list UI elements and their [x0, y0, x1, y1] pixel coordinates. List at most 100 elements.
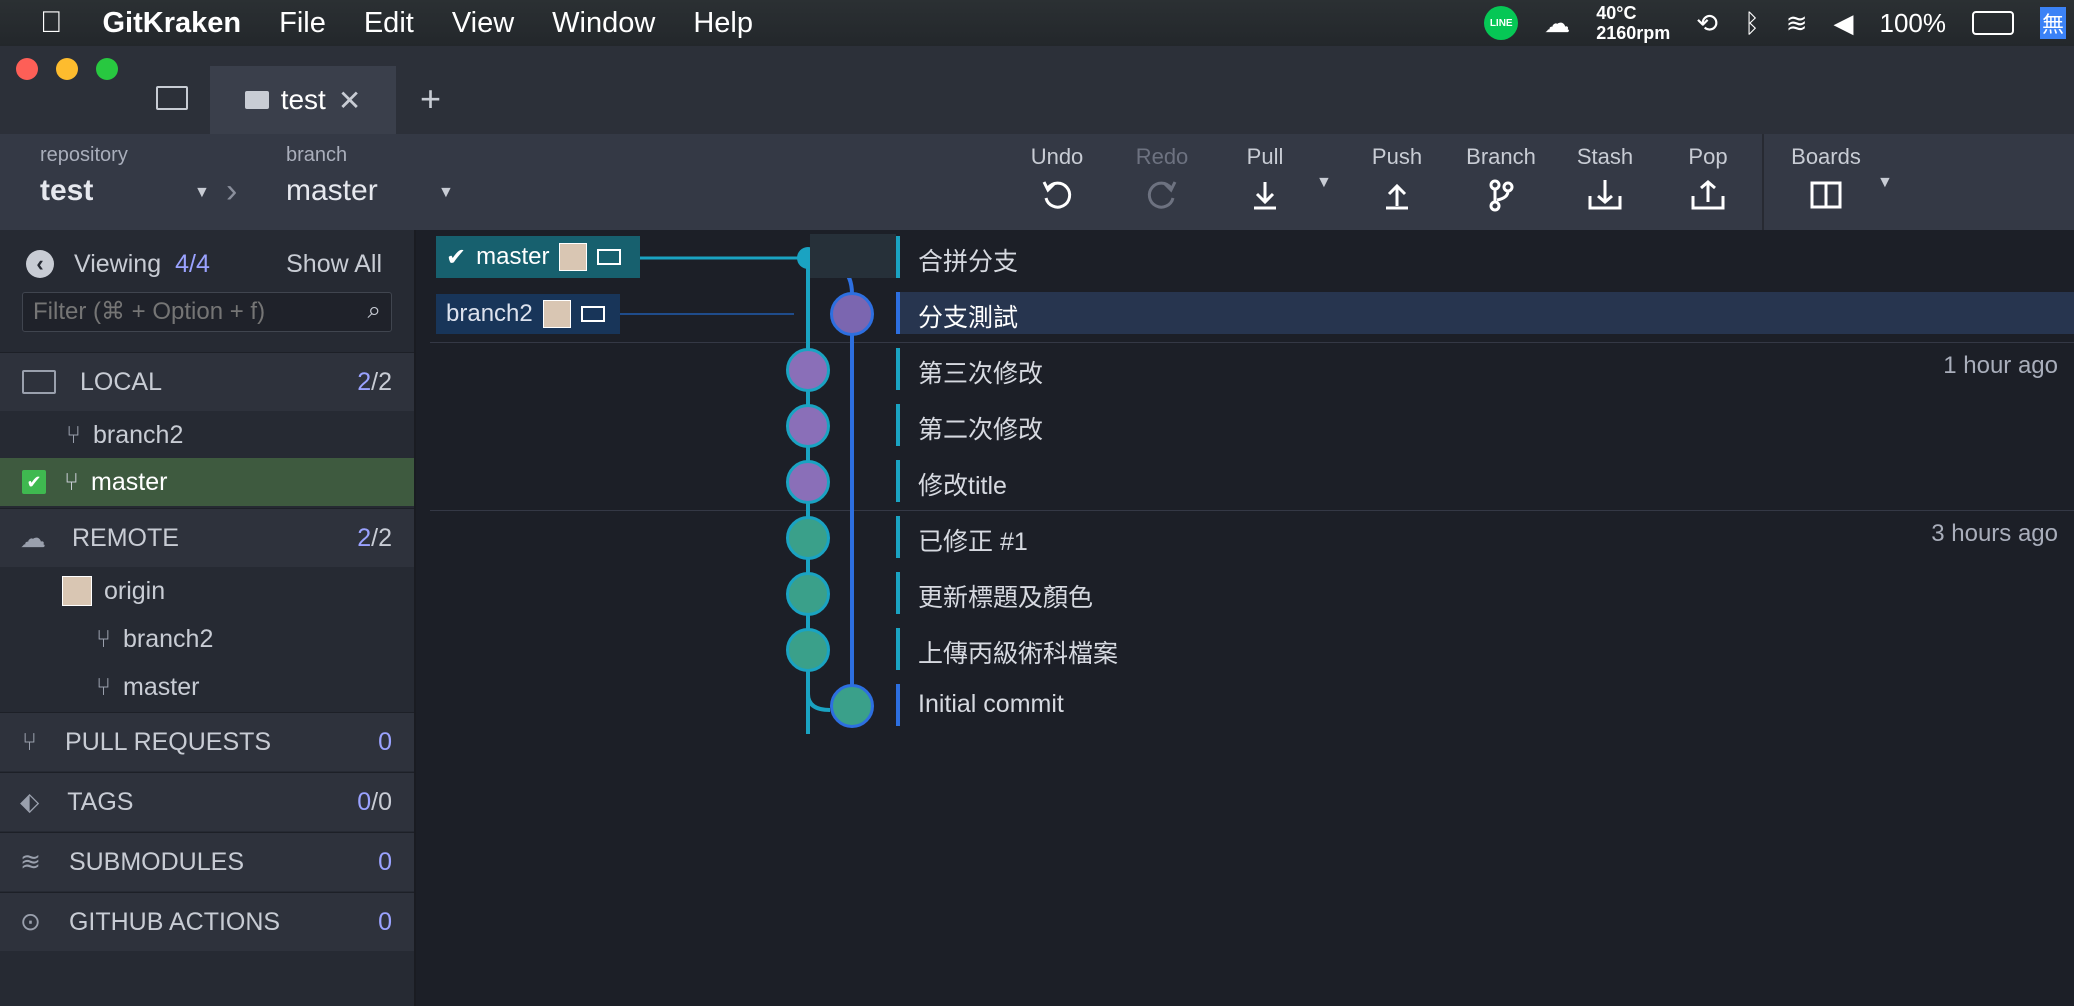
submodules-count: 0 — [378, 847, 392, 876]
pop-button[interactable]: Pop — [1658, 144, 1758, 216]
folder-icon[interactable] — [156, 86, 188, 110]
line-icon[interactable]: LINE — [1484, 6, 1519, 40]
branch-icon: ⑂ — [96, 624, 112, 653]
branch-icon: ⑂ — [64, 467, 80, 496]
minimize-window-button[interactable] — [56, 58, 78, 80]
layers-icon: ≋ — [20, 848, 41, 876]
cloud-icon: ☁ — [20, 522, 46, 553]
fan-status[interactable]: 40°C 2160rpm — [1596, 3, 1670, 43]
collapse-sidebar-icon[interactable]: ‹ — [26, 250, 54, 278]
apple-icon[interactable]:  — [40, 6, 63, 40]
chevron-right-icon: › — [226, 172, 238, 210]
row-marker — [896, 292, 900, 334]
input-method-icon[interactable]: 無 — [2039, 7, 2066, 39]
branch-button[interactable]: Branch — [1451, 144, 1551, 216]
commit-avatar[interactable] — [786, 404, 830, 448]
close-window-button[interactable] — [16, 58, 38, 80]
commit-avatar[interactable] — [830, 292, 874, 336]
commit-avatar[interactable] — [830, 684, 874, 728]
section-local-label: LOCAL — [80, 367, 162, 396]
commit-message[interactable]: 第三次修改 — [918, 354, 1043, 390]
remote-origin-label: origin — [104, 576, 166, 605]
commit-avatar[interactable] — [786, 572, 830, 616]
search-icon: ⌕ — [367, 297, 381, 324]
row-marker — [896, 516, 900, 558]
section-github-actions[interactable]: ⊙ GITHUB ACTIONS 0 — [0, 892, 414, 951]
viewing-row: ‹ Viewing 4/4 Show All — [0, 244, 414, 284]
local-branch-master[interactable]: ✔ ⑂ master — [0, 458, 414, 506]
branch-tag-branch2[interactable]: branch2 — [436, 294, 620, 334]
local-branch-branch2[interactable]: ⑂ branch2 — [0, 412, 414, 458]
remote-branch-label: master — [123, 672, 200, 701]
tab-label: test — [280, 84, 326, 115]
undo-button[interactable]: Undo — [1007, 144, 1107, 216]
menu-file[interactable]: File — [279, 7, 326, 40]
push-button[interactable]: Push — [1347, 144, 1447, 216]
stash-button[interactable]: Stash — [1555, 144, 1655, 216]
redo-button[interactable]: Redo — [1112, 144, 1212, 216]
app-menu[interactable]: GitKraken — [103, 7, 242, 40]
commit-message[interactable]: 分支測試 — [918, 298, 1018, 334]
section-tags[interactable]: ⬖ TAGS 0/0 — [0, 772, 414, 831]
branch-dropdown-icon[interactable]: ▼ — [438, 184, 454, 202]
commit-message[interactable]: Initial commit — [918, 690, 1064, 719]
repo-dropdown-icon[interactable]: ▼ — [194, 184, 210, 202]
boards-button[interactable]: Boards — [1776, 144, 1876, 216]
commit-graph: ✔ master branch2 合拼分支 分支測試 第三次修改 第二次修改 修… — [430, 234, 2074, 1006]
section-submodules[interactable]: ≋ SUBMODULES 0 — [0, 832, 414, 891]
commit-message[interactable]: 合拼分支 — [918, 242, 1018, 278]
branch-label: branch — [286, 144, 348, 166]
time-machine-icon[interactable]: ⟲ — [1696, 8, 1718, 39]
commit-message[interactable]: 更新標題及顏色 — [918, 578, 1093, 614]
commit-avatar[interactable] — [786, 348, 830, 392]
remote-branch-branch2[interactable]: ⑂ branch2 — [0, 616, 414, 662]
menu-edit[interactable]: Edit — [364, 7, 414, 40]
row-marker — [896, 236, 900, 278]
stash-icon — [1555, 174, 1655, 216]
show-all-button[interactable]: Show All — [286, 250, 382, 279]
commit-avatar[interactable] — [786, 460, 830, 504]
battery-icon[interactable] — [1971, 11, 2014, 35]
commit-avatar[interactable] — [786, 628, 830, 672]
menu-help[interactable]: Help — [693, 7, 753, 40]
wifi-icon[interactable]: ≋ — [1786, 8, 1808, 39]
volume-icon[interactable]: ◀ — [1833, 8, 1853, 39]
commit-message[interactable]: 上傳丙級術科檔案 — [918, 634, 1118, 670]
filter-field[interactable]: ⌕ — [22, 292, 392, 332]
remote-origin[interactable]: origin — [0, 568, 414, 614]
remote-branch-master[interactable]: ⑂ master — [0, 664, 414, 710]
commit-message[interactable]: 第二次修改 — [918, 410, 1043, 446]
battery-percent[interactable]: 100% — [1879, 8, 1946, 39]
boards-dropdown-icon[interactable]: ▼ — [1877, 174, 1893, 192]
filter-input[interactable] — [23, 293, 345, 331]
commit-avatar[interactable] — [786, 516, 830, 560]
branch-icon: ⑂ — [96, 672, 112, 701]
github-actions-count: 0 — [378, 907, 392, 936]
section-remote[interactable]: ☁ REMOTE 2/2 — [0, 508, 414, 567]
toolbar-divider — [1762, 134, 1764, 230]
add-tab-button[interactable]: + — [420, 78, 441, 120]
bluetooth-icon[interactable]: ᛒ — [1744, 8, 1760, 39]
pull-button[interactable]: Pull — [1215, 144, 1315, 216]
menu-view[interactable]: View — [452, 7, 514, 40]
cloud-icon[interactable]: ☁ — [1544, 8, 1570, 39]
pull-options-icon[interactable]: ▼ — [1316, 174, 1332, 192]
toolbar: repository test ▼ › branch master ▼ Undo… — [0, 134, 2074, 230]
branch-selector[interactable]: master — [286, 174, 378, 208]
repo-label: repository — [40, 144, 128, 166]
section-local[interactable]: LOCAL 2/2 — [0, 352, 414, 411]
section-pull-requests[interactable]: ⑂ PULL REQUESTS 0 — [0, 712, 414, 771]
branch-tag-label: branch2 — [446, 300, 533, 327]
maximize-window-button[interactable] — [96, 58, 118, 80]
menu-window[interactable]: Window — [552, 7, 655, 40]
branch-tag-master[interactable]: ✔ master — [436, 236, 640, 278]
tab-test[interactable]: test ✕ — [210, 66, 396, 134]
remote-count: 2/2 — [357, 523, 392, 552]
close-icon[interactable]: ✕ — [338, 84, 361, 117]
row-marker — [896, 460, 900, 502]
commit-message[interactable]: 修改title — [918, 466, 1007, 502]
laptop-icon — [22, 370, 56, 394]
section-submodules-label: SUBMODULES — [68, 847, 244, 876]
repo-selector[interactable]: test — [40, 174, 93, 208]
commit-message[interactable]: 已修正 #1 — [918, 522, 1028, 558]
